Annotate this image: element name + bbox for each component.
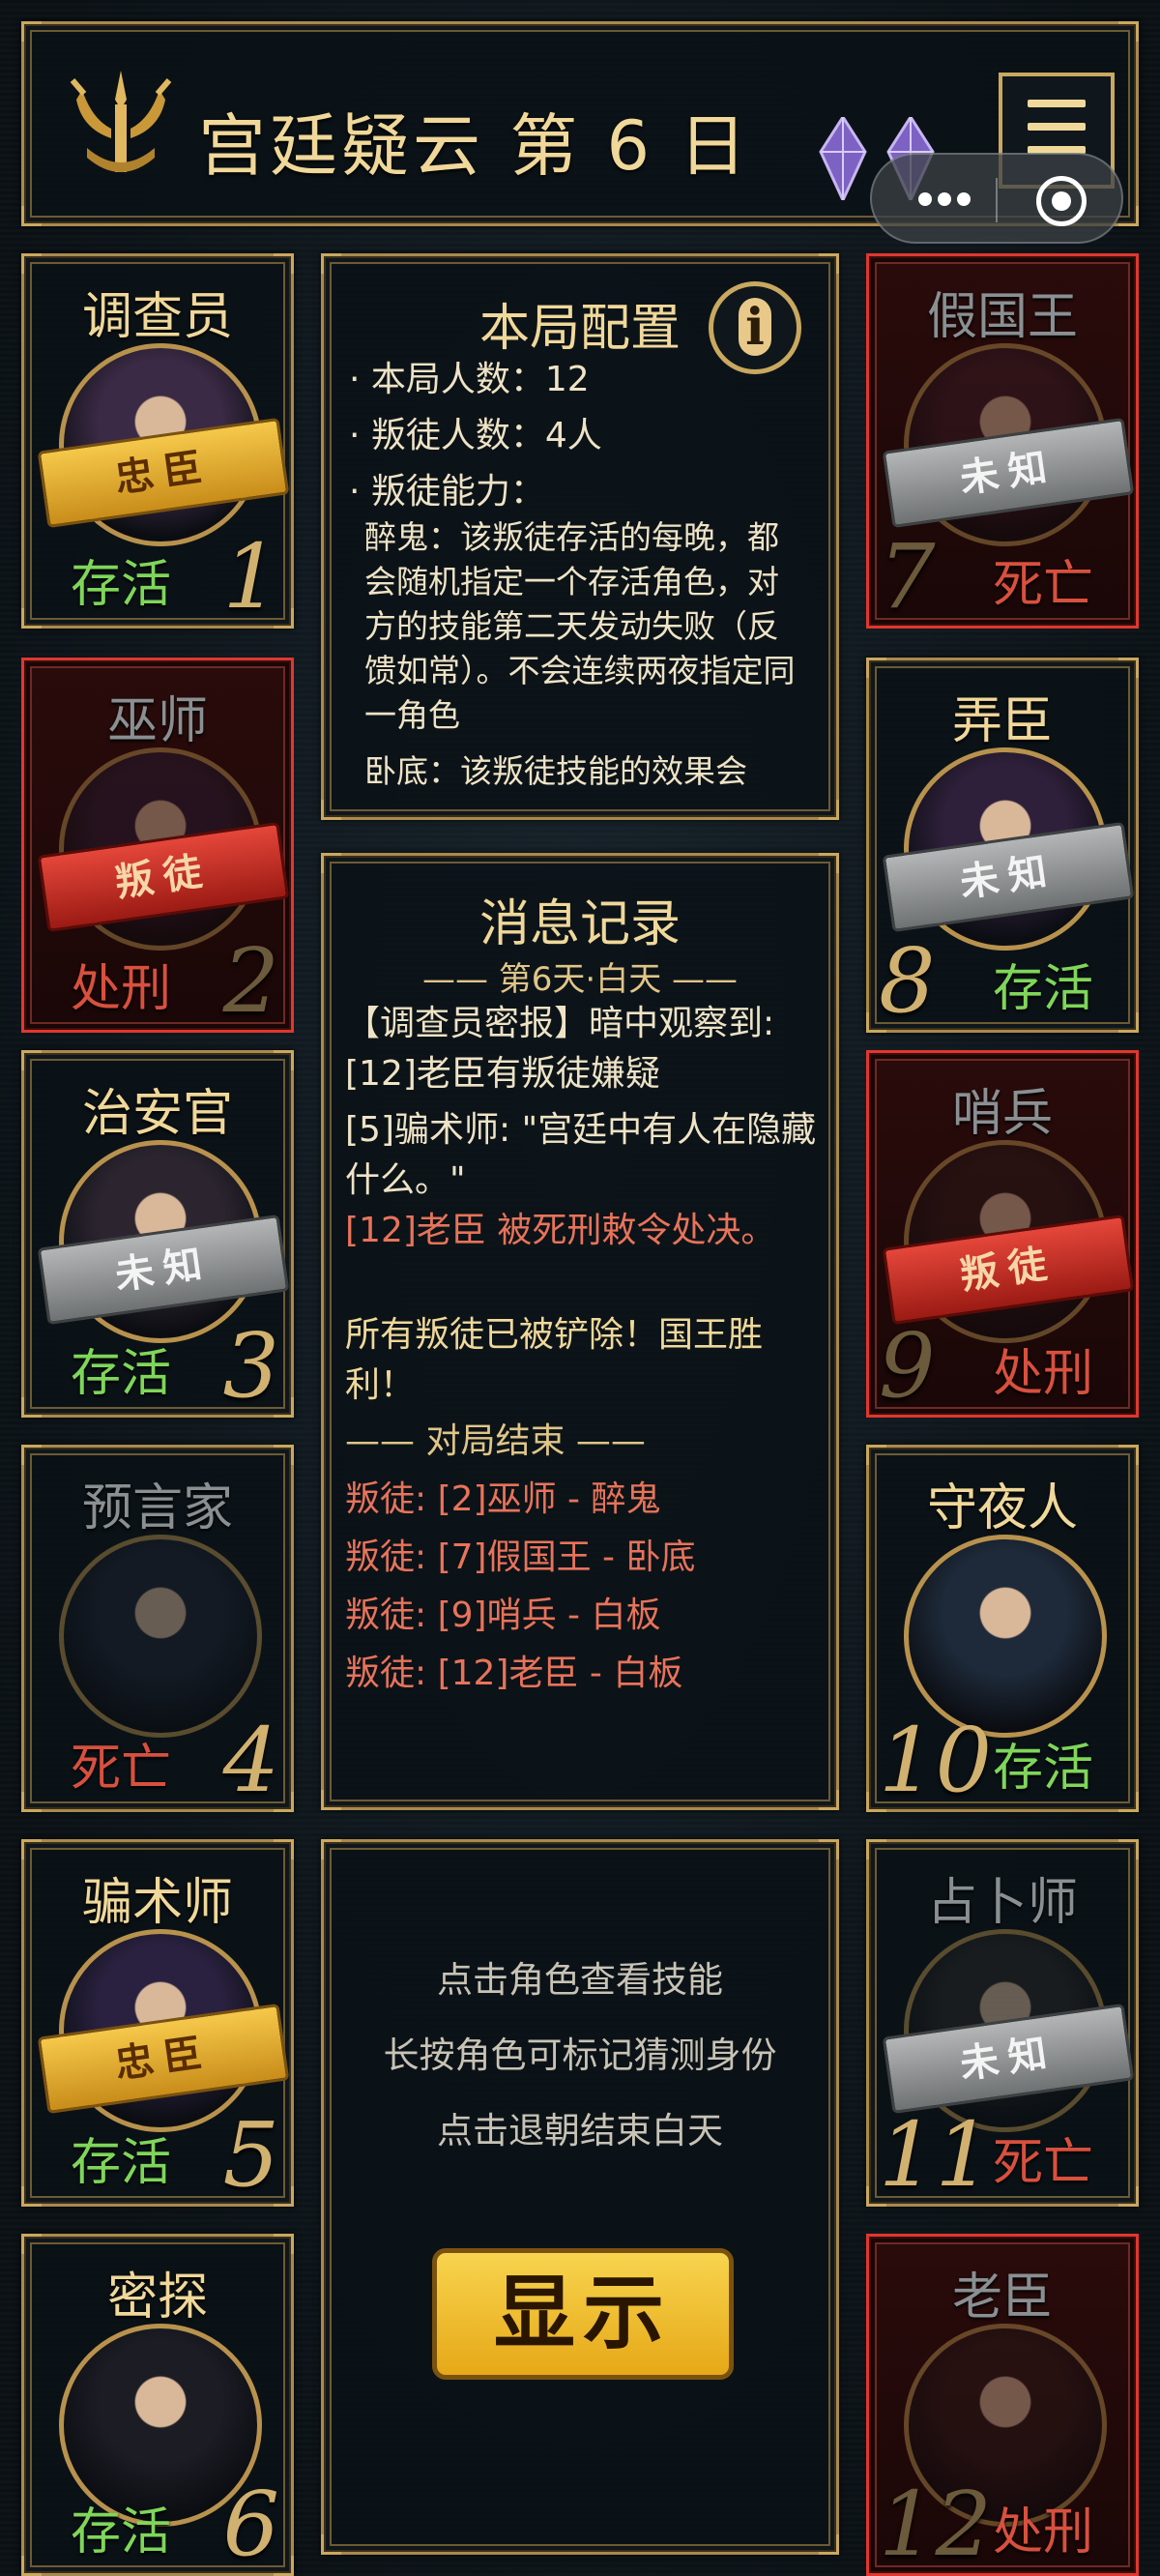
player-number: 3 [222, 1314, 279, 1418]
player-name: 密探 [106, 2269, 208, 2327]
player-card[interactable]: 老臣 处刑 12 [866, 2234, 1139, 2576]
player-number: 2 [222, 929, 279, 1033]
player-name: 老臣 [951, 2269, 1053, 2327]
player-number: 6 [222, 2473, 279, 2576]
player-number: 7 [879, 525, 936, 629]
log-entry: 【调查员密报】暗中观察到: [12]老臣有叛徒嫌疑 [345, 1004, 775, 1094]
player-number: 5 [222, 2103, 279, 2207]
player-status: 存活 [70, 1345, 171, 1403]
traitor-ability-label: · 叛徒能力： [349, 472, 545, 512]
player-status: 存活 [70, 556, 171, 614]
player-portrait [904, 1535, 1107, 1738]
player-name: 守夜人 [926, 1479, 1078, 1537]
hint-text: 点击退朝结束白天 [437, 2110, 723, 2152]
player-status: 存活 [992, 960, 1093, 1018]
trident-crown-icon [70, 71, 172, 172]
reveal-entry: 叛徒: [7]假国王 - 卧底 [345, 1537, 696, 1577]
close-target-icon[interactable] [1036, 176, 1087, 226]
player-status: 死亡 [70, 1740, 171, 1798]
player-card[interactable]: 预言家死亡 4 [21, 1445, 294, 1812]
player-status: 存活 [70, 2134, 171, 2192]
player-name: 调查员 [81, 288, 233, 346]
hint-text: 长按角色可标记猜测身份 [383, 2034, 777, 2076]
reveal-entry: 叛徒: [9]哨兵 - 白板 [345, 1595, 661, 1635]
player-card[interactable]: 治安官 未知 存活 3 [21, 1050, 294, 1418]
more-icon[interactable] [918, 191, 976, 210]
ability-spy: 卧底：该叛徒技能的效果会 [364, 752, 747, 790]
log-entry: [12]老臣 被死刑敕令处决。 [345, 1211, 776, 1250]
ability-drunk: 醉鬼：该叛徒存活的每晚，都会随机指定一个存活角色，对方的技能第二天发动失败（反馈… [364, 518, 796, 734]
player-number: 8 [879, 929, 936, 1033]
player-number: 10 [879, 1709, 993, 1812]
log-entry: 所有叛徒已被铲除！国王胜利！ [345, 1315, 764, 1405]
player-card[interactable]: 骗术师 忠臣 存活 5 [21, 1839, 294, 2207]
message-log-panel: 消息记录 —— 第6天·白天 —— 【调查员密报】暗中观察到: [12]老臣有叛… [321, 853, 839, 1810]
mini-program-capsule [870, 153, 1123, 244]
player-card[interactable]: 占卜师 未知 死亡 11 [866, 1839, 1139, 2207]
player-name: 骗术师 [81, 1874, 233, 1932]
crystal-gem-icon [819, 117, 867, 200]
player-card[interactable]: 调查员 忠臣 存活 1 [21, 253, 294, 629]
player-count: · 本局人数：12 [349, 360, 590, 399]
player-name: 预言家 [81, 1479, 233, 1537]
player-portrait [59, 1535, 262, 1738]
player-name: 弄臣 [951, 692, 1053, 750]
player-status: 死亡 [992, 556, 1093, 614]
reveal-entry: 叛徒: [2]巫师 - 醉鬼 [345, 1479, 661, 1519]
player-name: 巫师 [106, 692, 208, 750]
day-header: —— 第6天·白天 —— [421, 960, 739, 999]
log-title: 消息记录 [478, 895, 681, 953]
page-title: 宫廷疑云 第 6 日 [198, 106, 751, 186]
player-card[interactable]: 守夜人 存活 10 [866, 1445, 1139, 1812]
player-number: 4 [222, 1709, 279, 1812]
info-icon[interactable]: i [709, 281, 801, 374]
show-button[interactable]: 显示 [432, 2248, 734, 2380]
player-number: 11 [879, 2103, 993, 2207]
player-status: 处刑 [70, 960, 171, 1018]
player-card[interactable]: 密探存活 6 [21, 2234, 294, 2576]
player-card[interactable]: 假国王 未知 死亡 7 [866, 253, 1139, 629]
player-status: 存活 [70, 2503, 171, 2561]
player-card[interactable]: 弄臣 未知 存活 8 [866, 658, 1139, 1033]
log-entry: [5]骗术师: "宫廷中有人在隐藏什么。" [345, 1110, 817, 1200]
player-number: 9 [879, 1314, 936, 1418]
player-name: 治安官 [81, 1085, 233, 1143]
end-header: —— 对局结束 —— [345, 1421, 646, 1461]
player-card[interactable]: 巫师 叛徒 处刑 2 [21, 658, 294, 1033]
player-name: 哨兵 [951, 1085, 1053, 1143]
hint-text: 点击角色查看技能 [437, 1959, 723, 2001]
player-card[interactable]: 哨兵 叛徒 处刑 9 [866, 1050, 1139, 1418]
action-panel: 点击角色查看技能 长按角色可标记猜测身份 点击退朝结束白天 显示 [321, 1839, 839, 2555]
traitor-count: · 叛徒人数：4人 [349, 416, 602, 455]
player-status: 处刑 [992, 1345, 1093, 1403]
player-name: 假国王 [926, 288, 1078, 346]
player-name: 占卜师 [926, 1874, 1078, 1932]
player-number: 12 [879, 2473, 993, 2576]
player-number: 1 [222, 525, 279, 629]
config-panel: 本局配置 i · 本局人数：12 · 叛徒人数：4人 · 叛徒能力： 醉鬼：该叛… [321, 253, 839, 820]
reveal-entry: 叛徒: [12]老臣 - 白板 [345, 1654, 683, 1693]
